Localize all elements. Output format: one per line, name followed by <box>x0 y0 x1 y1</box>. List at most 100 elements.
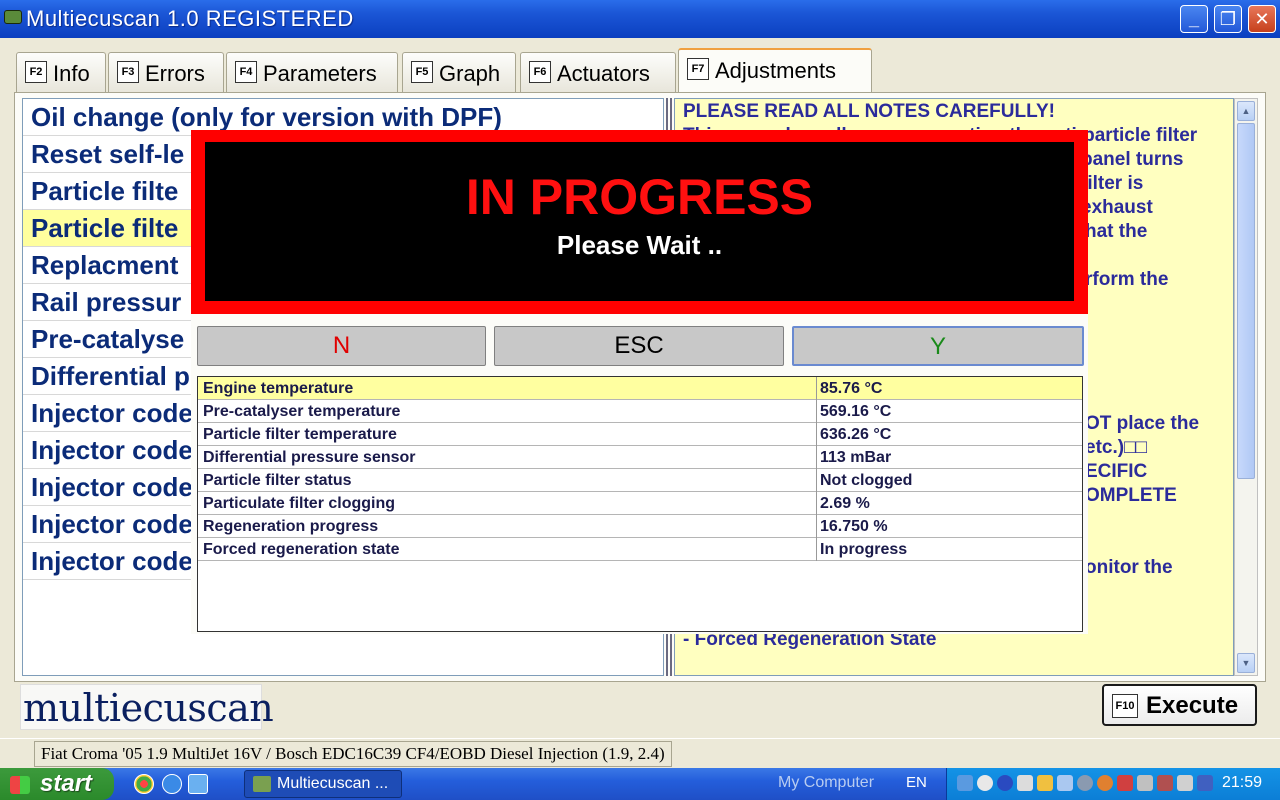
notes-line: OT place the <box>1085 413 1200 434</box>
start-button[interactable]: start <box>0 768 114 800</box>
param-value: 2.69 % <box>820 495 870 512</box>
table-row: Pre-catalyser temperature 569.16 °C <box>198 400 1082 423</box>
tray-icon[interactable] <box>957 775 973 791</box>
title-bar: Multiecuscan 1.0 REGISTERED _ ❐ ✕ <box>0 0 1280 38</box>
notes-line: rform the <box>1085 269 1169 290</box>
progress-subtitle: Please Wait .. <box>556 230 723 260</box>
scroll-down-icon[interactable]: ▼ <box>1237 653 1255 673</box>
param-name: Regeneration progress <box>203 518 379 535</box>
tray-icon[interactable] <box>1017 775 1033 791</box>
minimize-button[interactable]: _ <box>1180 5 1208 33</box>
tab-parameters[interactable]: F4 Parameters <box>226 52 398 92</box>
status-bar: Fiat Croma '05 1.9 MultiJet 16V / Bosch … <box>0 738 1280 768</box>
table-row: Differential pressure sensor 113 mBar <box>198 446 1082 469</box>
app-icon <box>4 10 22 24</box>
tab-label: Info <box>53 61 90 86</box>
start-label: start <box>40 770 93 797</box>
column-divider <box>816 469 817 492</box>
vehicle-status: Fiat Croma '05 1.9 MultiJet 16V / Bosch … <box>34 741 672 767</box>
clock[interactable]: 21:59 <box>1222 774 1262 792</box>
notes-line: onitor the <box>1085 557 1173 578</box>
param-value: 113 mBar <box>820 449 892 466</box>
close-button[interactable]: ✕ <box>1248 5 1276 33</box>
notes-line: etc.)□□ <box>1085 437 1148 458</box>
param-value: 16.750 % <box>820 518 888 535</box>
tray-icon[interactable] <box>1177 775 1193 791</box>
param-value: 85.76 °C <box>820 380 883 397</box>
notes-line: ECIFIC <box>1085 461 1148 482</box>
tab-adjustments[interactable]: F7 Adjustments <box>678 48 872 94</box>
show-desktop-icon[interactable] <box>188 774 208 794</box>
param-value: 569.16 °C <box>820 403 892 420</box>
windows-logo-icon <box>10 776 30 794</box>
no-button[interactable]: N <box>197 326 486 366</box>
taskbar-item-label: Multiecuscan ... <box>277 775 389 792</box>
f10-key-icon: F10 <box>1112 694 1138 718</box>
notes-line: panel turns <box>1081 149 1184 170</box>
execute-button[interactable]: F10 Execute <box>1102 684 1257 726</box>
column-divider <box>816 538 817 561</box>
esc-button[interactable]: ESC <box>494 326 784 366</box>
notes-line: filter is <box>1081 173 1144 194</box>
scroll-thumb[interactable] <box>1237 123 1255 479</box>
my-computer-toolbar[interactable]: My Computer <box>778 774 874 792</box>
yes-button[interactable]: Y <box>792 326 1084 366</box>
param-name: Forced regeneration state <box>203 541 400 558</box>
parameter-table: Engine temperature 85.76 °C Pre-catalyse… <box>197 376 1083 632</box>
chrome-icon[interactable] <box>134 774 154 794</box>
tab-info[interactable]: F2 Info <box>16 52 106 92</box>
param-name: Differential pressure sensor <box>203 449 416 466</box>
column-divider <box>816 515 817 538</box>
f7-key-icon: F7 <box>687 58 709 80</box>
f2-key-icon: F2 <box>25 61 47 83</box>
f6-key-icon: F6 <box>529 61 551 83</box>
notes-line: exhaust <box>1081 197 1153 218</box>
tray-icon[interactable] <box>977 775 993 791</box>
multiecuscan-logo: multiecuscan <box>20 684 274 730</box>
tray-icon[interactable] <box>1157 775 1173 791</box>
tray-icon[interactable] <box>1037 775 1053 791</box>
window-title: Multiecuscan 1.0 REGISTERED <box>26 6 354 31</box>
tab-label: Graph <box>439 61 501 86</box>
tab-label: Errors <box>145 61 205 86</box>
notes-scrollbar[interactable]: ▲ ▼ <box>1234 98 1258 676</box>
table-row: Engine temperature 85.76 °C <box>198 377 1082 400</box>
notes-header: PLEASE READ ALL NOTES CAREFULLY! <box>683 101 1055 122</box>
progress-banner: IN PROGRESS Please Wait .. <box>191 130 1088 314</box>
table-row: Regeneration progress 16.750 % <box>198 515 1082 538</box>
tray-icon[interactable] <box>1057 775 1073 791</box>
table-row: Particle filter status Not clogged <box>198 469 1082 492</box>
execute-label: Execute <box>1146 692 1239 719</box>
maximize-button[interactable]: ❐ <box>1214 5 1242 33</box>
bluetooth-icon[interactable] <box>997 775 1013 791</box>
param-value: Not clogged <box>820 472 913 489</box>
tab-graph[interactable]: F5 Graph <box>402 52 516 92</box>
internet-explorer-icon[interactable] <box>162 774 182 794</box>
tab-label: Adjustments <box>715 58 837 83</box>
f4-key-icon: F4 <box>235 61 257 83</box>
column-divider <box>816 400 817 423</box>
progress-banner-inner: IN PROGRESS Please Wait .. <box>205 142 1074 301</box>
scroll-up-icon[interactable]: ▲ <box>1237 101 1255 121</box>
column-divider <box>816 446 817 469</box>
param-name: Pre-catalyser temperature <box>203 403 401 420</box>
progress-title: IN PROGRESS <box>465 169 814 225</box>
notes-line: hat the <box>1085 221 1148 242</box>
tab-errors[interactable]: F3 Errors <box>108 52 224 92</box>
table-row: Particulate filter clogging 2.69 % <box>198 492 1082 515</box>
param-value: 636.26 °C <box>820 426 892 443</box>
taskbar: start Multiecuscan ... My Computer EN 21… <box>0 768 1280 800</box>
language-indicator[interactable]: EN <box>906 774 927 791</box>
table-row: Particle filter temperature 636.26 °C <box>198 423 1082 446</box>
tray-icon[interactable] <box>1077 775 1093 791</box>
tray-icon[interactable] <box>1097 775 1113 791</box>
column-divider <box>816 377 817 400</box>
param-name: Engine temperature <box>203 380 354 397</box>
param-name: Particle filter temperature <box>203 426 397 443</box>
tab-label: Parameters <box>263 61 377 86</box>
tray-icon[interactable] <box>1117 775 1133 791</box>
tab-actuators[interactable]: F6 Actuators <box>520 52 676 92</box>
taskbar-item-multiecuscan[interactable]: Multiecuscan ... <box>244 770 402 798</box>
network-icon[interactable] <box>1137 775 1153 791</box>
tray-icon[interactable] <box>1197 775 1213 791</box>
